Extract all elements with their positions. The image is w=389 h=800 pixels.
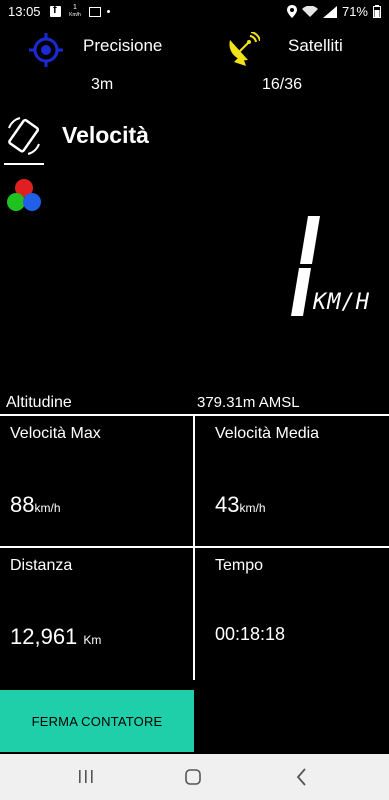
- battery-icon: [373, 5, 381, 18]
- divider: [0, 546, 389, 548]
- gallery-icon: [89, 6, 101, 17]
- max-speed-value: 88km/h: [10, 492, 61, 518]
- satellites-value: 16/36: [262, 76, 303, 93]
- time-value: 00:18:18: [215, 624, 286, 644]
- system-icons: 71%: [286, 4, 381, 19]
- distance-label: Distanza: [10, 557, 73, 574]
- status-bar: 13:05 1 Km/h 71%: [0, 0, 389, 24]
- back-icon[interactable]: [290, 766, 314, 788]
- status-time: 13:05: [8, 4, 41, 19]
- speed-notification-value: 1: [73, 4, 77, 11]
- location-icon: [286, 5, 297, 18]
- max-speed-unit: km/h: [34, 501, 61, 515]
- screen-rotate-icon[interactable]: [6, 116, 42, 156]
- wifi-icon: [301, 5, 318, 17]
- altitude-value: 379.31m AMSL: [197, 394, 300, 411]
- satellite-dish-icon[interactable]: [224, 32, 260, 68]
- max-speed-number: 88: [10, 492, 35, 517]
- speed-notification-unit: Km/h: [69, 12, 81, 18]
- avg-speed-value: 43km/h: [215, 492, 266, 518]
- avg-speed-number: 43: [215, 492, 240, 517]
- home-icon[interactable]: [181, 766, 205, 788]
- speed-notification-icon: 1 Km/h: [67, 4, 83, 19]
- max-speed-label: Velocità Max: [10, 425, 101, 442]
- altitude-label: Altitudine: [6, 394, 72, 411]
- distance-value: 12,961 Km: [10, 624, 101, 650]
- distance-unit: Km: [83, 633, 102, 647]
- avg-speed-unit: km/h: [239, 501, 266, 515]
- satellites-label: Satelliti: [288, 36, 343, 55]
- time-label: Tempo: [215, 557, 264, 574]
- more-notifications-icon: [107, 10, 110, 13]
- navigation-bar: [0, 754, 389, 800]
- speed-title: Velocità: [62, 122, 149, 148]
- stop-counter-button[interactable]: FERMA CONTATORE: [0, 690, 194, 752]
- battery-percent: 71%: [341, 4, 368, 19]
- precision-label: Precisione: [83, 36, 163, 55]
- notification-icons: 1 Km/h: [50, 4, 110, 19]
- precision-value: 3m: [91, 76, 114, 93]
- recent-apps-icon[interactable]: [74, 766, 98, 788]
- rotate-underline: [4, 163, 44, 165]
- avg-speed-label: Velocità Media: [215, 425, 320, 442]
- signal-icon: [322, 5, 337, 18]
- distance-number: 12,961: [10, 624, 78, 649]
- speed-unit: KM/H: [313, 290, 370, 315]
- gps-precision-icon[interactable]: [28, 32, 64, 68]
- facebook-icon: [50, 4, 61, 17]
- color-theme-icon[interactable]: [4, 176, 44, 216]
